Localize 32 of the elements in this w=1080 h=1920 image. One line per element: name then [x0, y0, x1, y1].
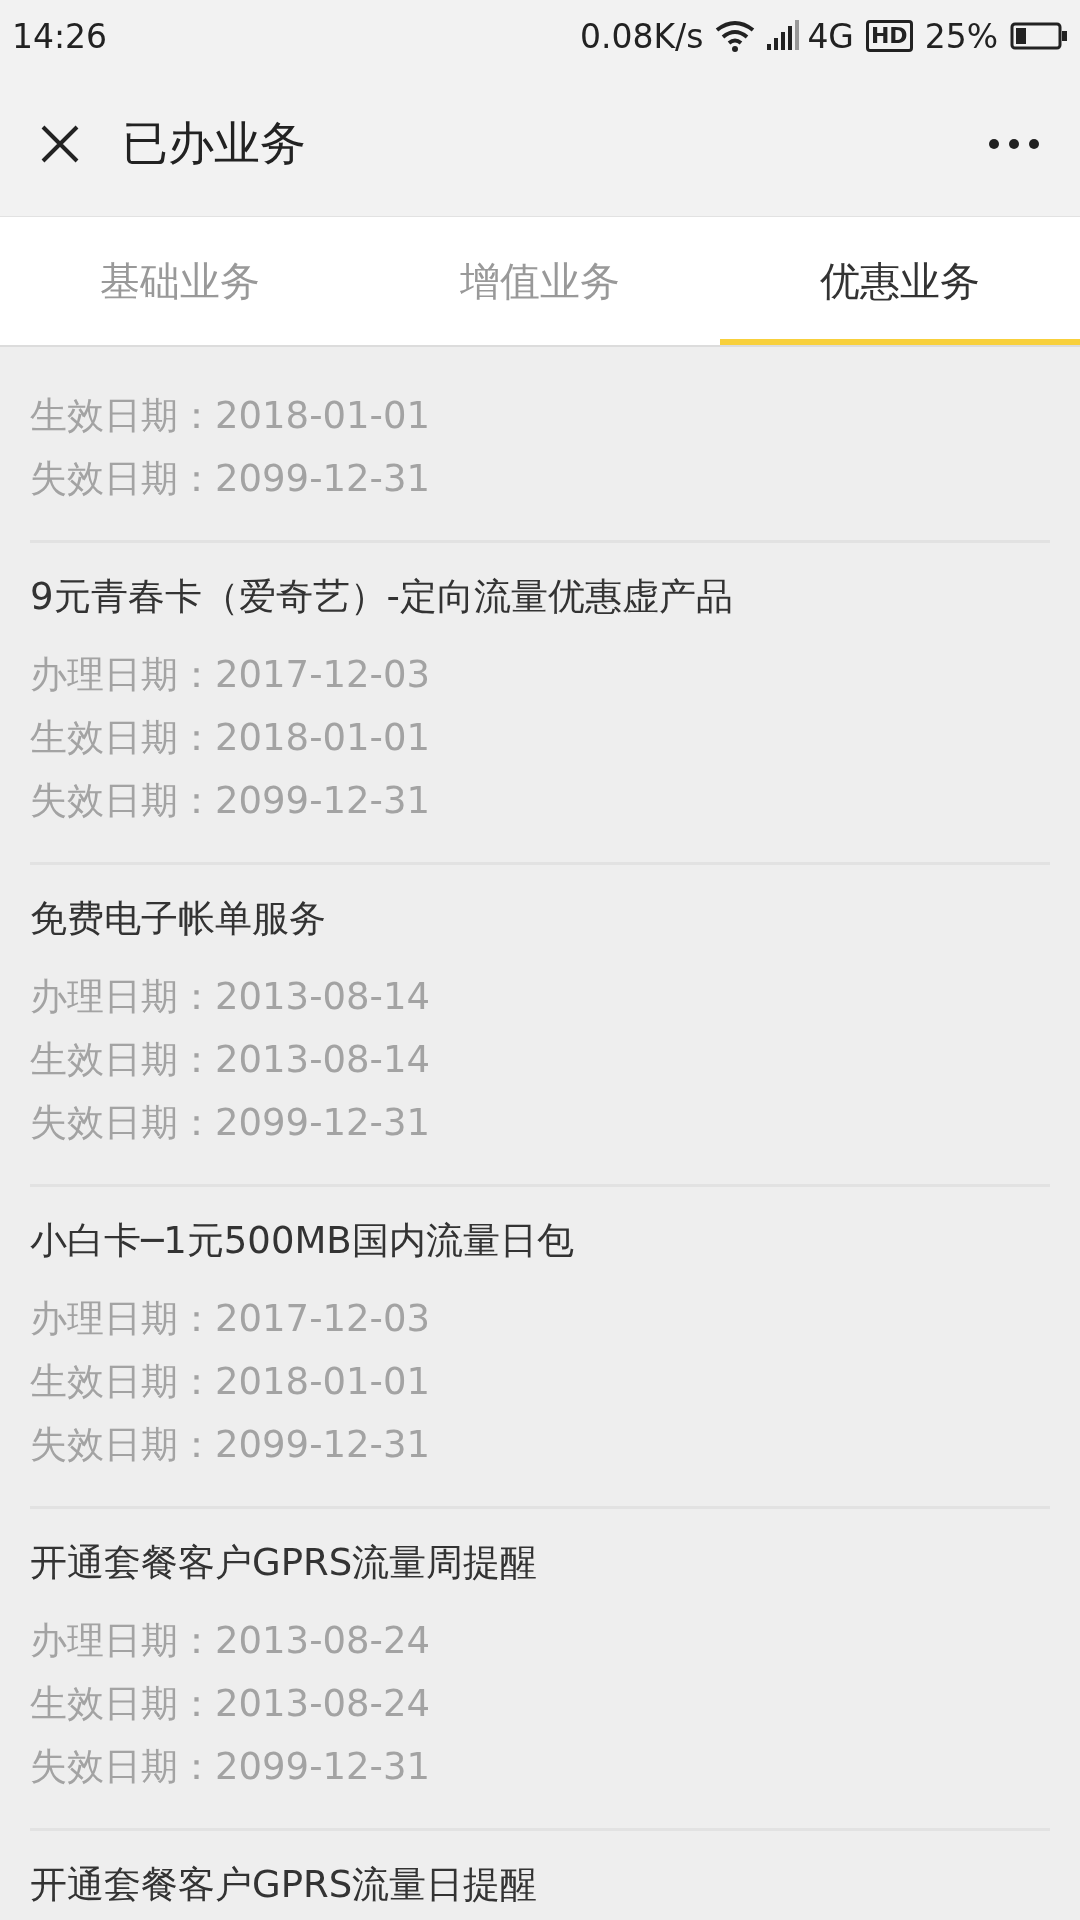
- service-date: 生效日期：2018-01-01: [30, 715, 432, 761]
- tab[interactable]: 基础业务: [0, 217, 360, 345]
- service-date: 失效日期：2099-12-31: [30, 1100, 432, 1146]
- close-icon[interactable]: [40, 124, 80, 164]
- tab[interactable]: 优惠业务: [720, 217, 1080, 345]
- wifi-icon: [715, 20, 756, 52]
- service-date: 失效日期：2099-12-31: [30, 1422, 432, 1468]
- service-date: 失效日期：2099-12-31: [30, 778, 432, 824]
- service-date: 办理日期：2013-08-24: [30, 1618, 432, 1664]
- service-name: 9元青春卡（爱奇艺）-定向流量优惠虚产品: [30, 574, 734, 620]
- service-date: 生效日期：2013-08-14: [30, 1037, 432, 1083]
- service-name: 开通套餐客户GPRS流量日提醒: [30, 1862, 539, 1908]
- service-date: 生效日期：2013-08-24: [30, 1681, 432, 1727]
- service-date: 生效日期：2018-01-01: [30, 393, 432, 439]
- service-date: 办理日期：2017-12-03: [30, 652, 432, 698]
- hd-badge: HD: [865, 20, 913, 52]
- service-date: 失效日期：2099-12-31: [30, 456, 432, 502]
- tab[interactable]: 增值业务: [360, 217, 720, 345]
- network-type: 4G: [807, 16, 854, 56]
- service-date: 生效日期：2018-01-01: [30, 1359, 432, 1405]
- service-name: 小白卡─1元500MB国内流量日包: [30, 1218, 575, 1264]
- page-title: 已办业务: [122, 115, 306, 172]
- battery-percent: 25%: [924, 16, 998, 56]
- service-name: 开通套餐客户GPRS流量周提醒: [30, 1540, 539, 1586]
- status-time: 14:26: [12, 16, 108, 56]
- service-date: 失效日期：2099-12-31: [30, 1744, 432, 1790]
- network-speed: 0.08K/s: [579, 16, 704, 56]
- service-date: 办理日期：2013-08-14: [30, 974, 432, 1020]
- battery-icon: [1010, 22, 1068, 50]
- service-name: 免费电子帐单服务: [30, 896, 327, 942]
- more-icon[interactable]: [988, 138, 1040, 150]
- service-date: 办理日期：2017-12-03: [30, 1296, 432, 1342]
